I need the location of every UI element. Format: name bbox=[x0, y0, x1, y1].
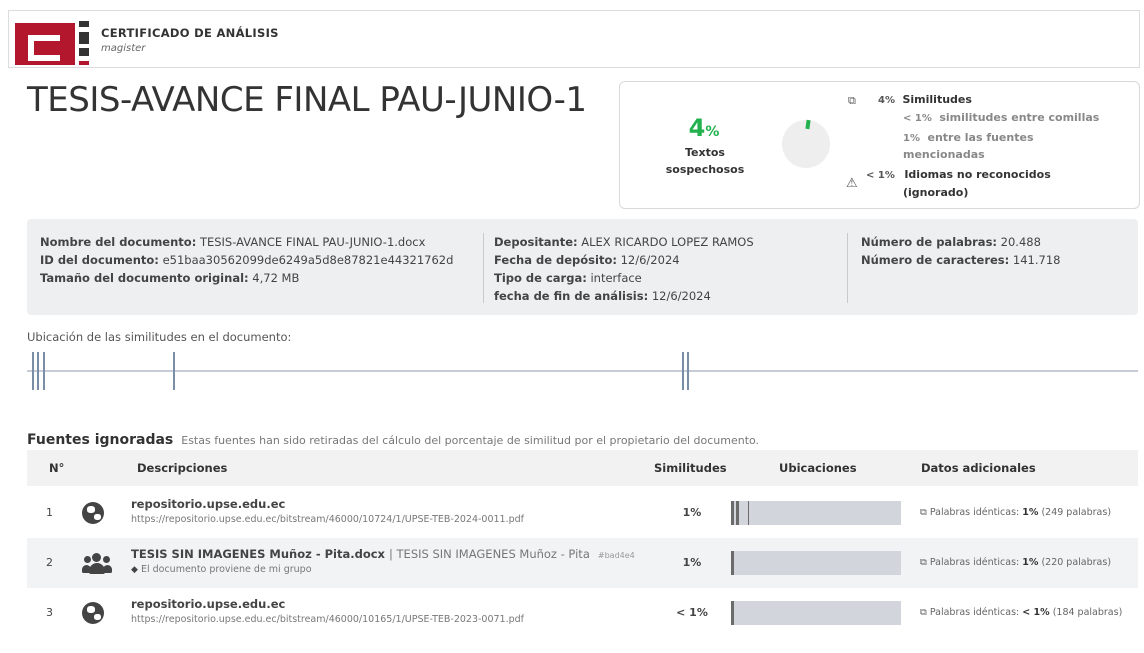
table-row[interactable]: 2 TESIS SIN IMAGENES Muñoz - Pita.docx |… bbox=[27, 538, 1138, 588]
document-details: Nombre del documento: TESIS-AVANCE FINAL… bbox=[27, 219, 1138, 315]
languages-row-cont: (ignorado) bbox=[903, 186, 969, 199]
globe-icon bbox=[82, 502, 104, 524]
table-row[interactable]: 3 repositorio.upse.edu.ec https://reposi… bbox=[27, 588, 1138, 638]
source-similarity: 1% bbox=[682, 556, 702, 569]
col-additional-data: Datos adicionales bbox=[921, 461, 1036, 475]
copy-icon: ⧉ bbox=[920, 507, 927, 518]
summary-panel: 4% Textos sospechosos ⧉ 4% Similitudes <… bbox=[619, 81, 1140, 209]
col-similarities: Similitudes bbox=[654, 461, 727, 475]
source-additional-data: ⧉ Palabras idénticas: < 1% (184 palabras… bbox=[920, 607, 1123, 618]
similarity-marker[interactable] bbox=[682, 352, 684, 390]
copy-icon: ⧉ bbox=[848, 94, 856, 107]
similarity-location-track bbox=[27, 370, 1138, 372]
logo-net-mark bbox=[77, 21, 91, 65]
col-descriptions: Descripciones bbox=[137, 461, 228, 475]
col-locations: Ubicaciones bbox=[779, 461, 857, 475]
sources-row: 1% entre las fuentes bbox=[903, 131, 1034, 144]
quotes-row: < 1% similitudes entre comillas bbox=[903, 111, 1100, 124]
similarity-marker[interactable] bbox=[32, 352, 34, 390]
globe-icon bbox=[82, 602, 104, 624]
similarity-marker[interactable] bbox=[37, 352, 39, 390]
ignored-sources-heading: Fuentes ignoradas Estas fuentes han sido … bbox=[27, 432, 760, 448]
details-divider bbox=[483, 233, 484, 303]
source-title[interactable]: repositorio.upse.edu.ec bbox=[131, 497, 285, 511]
group-icon bbox=[82, 552, 112, 574]
tag-icon: ◆ bbox=[131, 565, 138, 575]
similarity-donut-chart bbox=[782, 119, 830, 168]
source-location-bar[interactable] bbox=[731, 551, 901, 575]
table-header: N° Descripciones Similitudes Ubicaciones… bbox=[27, 450, 1138, 486]
col-num: N° bbox=[49, 461, 65, 475]
source-url[interactable]: https://repositorio.upse.edu.ec/bitstrea… bbox=[131, 514, 524, 525]
copy-icon: ⧉ bbox=[920, 557, 927, 568]
details-column-3: Número de palabras: 20.488 Número de car… bbox=[861, 235, 1061, 267]
source-title[interactable]: TESIS SIN IMAGENES Muñoz - Pita.docx | T… bbox=[131, 547, 635, 561]
ignored-sources-table: N° Descripciones Similitudes Ubicaciones… bbox=[27, 450, 1138, 638]
similarity-marker[interactable] bbox=[687, 352, 689, 390]
similarity-marker[interactable] bbox=[173, 352, 175, 390]
document-title: TESIS-AVANCE FINAL PAU-JUNIO-1 bbox=[27, 80, 587, 120]
sources-row-cont: mencionadas bbox=[903, 148, 985, 161]
language-warning-icon: ⚠ bbox=[846, 176, 858, 191]
similarity-marker[interactable] bbox=[43, 352, 45, 390]
details-column-2: Depositante: ALEX RICARDO LOPEZ RAMOS Fe… bbox=[494, 235, 754, 303]
source-additional-data: ⧉ Palabras idénticas: 1% (249 palabras) bbox=[920, 507, 1112, 518]
table-row[interactable]: 1 repositorio.upse.edu.ec https://reposi… bbox=[27, 488, 1138, 538]
similarities-row: 4% Similitudes bbox=[878, 93, 972, 106]
details-divider bbox=[847, 233, 848, 303]
source-title[interactable]: repositorio.upse.edu.ec bbox=[131, 597, 285, 611]
source-additional-data: ⧉ Palabras idénticas: 1% (220 palabras) bbox=[920, 557, 1112, 568]
row-number: 1 bbox=[46, 506, 53, 519]
row-number: 3 bbox=[46, 606, 53, 619]
logo-box bbox=[15, 23, 75, 65]
donut-segment bbox=[805, 119, 811, 130]
source-location-bar[interactable] bbox=[731, 601, 901, 625]
row-number: 2 bbox=[46, 556, 53, 569]
languages-row: < 1% Idiomas no reconocidos bbox=[866, 168, 1051, 181]
certificate-header: CERTIFICADO DE ANÁLISIS magister bbox=[8, 10, 1140, 68]
compilatio-logo bbox=[15, 19, 97, 65]
details-column-1: Nombre del documento: TESIS-AVANCE FINAL… bbox=[40, 235, 454, 285]
source-origin: ◆ El documento proviene de mi grupo bbox=[131, 564, 312, 575]
suspicious-label: Textos sospechosos bbox=[665, 146, 745, 176]
similarity-location-label: Ubicación de las similitudes en el docum… bbox=[27, 330, 292, 344]
source-similarity: < 1% bbox=[676, 606, 708, 619]
source-similarity: 1% bbox=[682, 506, 702, 519]
source-url[interactable]: https://repositorio.upse.edu.ec/bitstrea… bbox=[131, 614, 524, 625]
suspicious-percent: 4% bbox=[688, 114, 720, 142]
source-location-bar[interactable] bbox=[731, 501, 901, 525]
copy-icon: ⧉ bbox=[920, 607, 927, 618]
header-subtitle: magister bbox=[101, 43, 146, 54]
header-title: CERTIFICADO DE ANÁLISIS bbox=[101, 26, 279, 40]
